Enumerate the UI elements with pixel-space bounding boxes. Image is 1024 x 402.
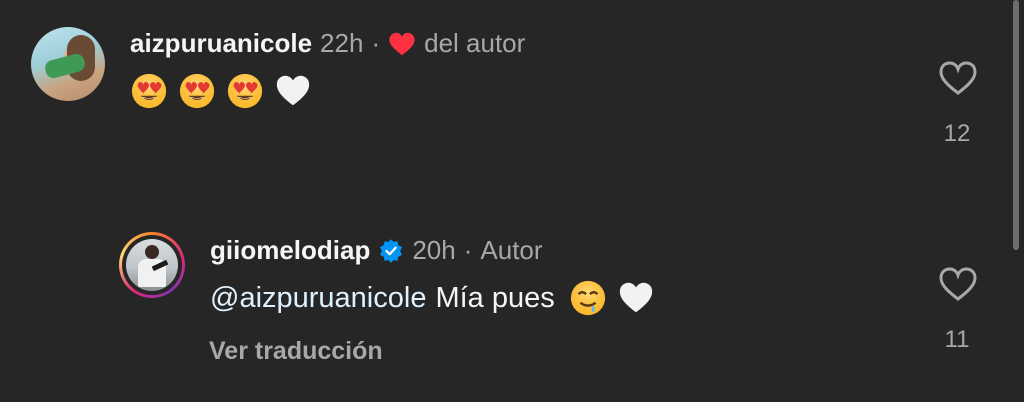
- like-heart-icon[interactable]: [938, 60, 978, 96]
- heart-filled-icon: [388, 31, 416, 57]
- like-count: 12: [943, 120, 971, 147]
- verified-badge-icon: [378, 238, 404, 264]
- timestamp: 20h: [412, 235, 456, 265]
- comment-text: @aizpuruanicole Mía pues: [210, 279, 665, 317]
- see-translation-link[interactable]: Ver traducción: [209, 337, 383, 366]
- timestamp: 22h: [320, 28, 364, 58]
- author-label: Autor: [480, 235, 543, 265]
- username[interactable]: giiomelodiap: [210, 235, 370, 266]
- comment-text: [130, 72, 322, 110]
- white-heart-icon: [617, 279, 655, 317]
- white-heart-icon: [274, 72, 312, 110]
- comment-message: Mía pues: [435, 281, 555, 314]
- heart-eyes-icon: [226, 72, 264, 110]
- username[interactable]: aizpuruanicole: [130, 28, 312, 59]
- separator: ·: [463, 235, 473, 265]
- avatar[interactable]: [31, 27, 105, 101]
- like-heart-icon[interactable]: [938, 266, 978, 302]
- author-liked-label: del autor: [424, 28, 526, 58]
- heart-eyes-icon: [178, 72, 216, 110]
- separator: ·: [371, 28, 381, 58]
- heart-eyes-icon: [130, 72, 168, 110]
- comment-header: aizpuruanicole 22h · del autor: [130, 28, 525, 59]
- comment-header: giiomelodiap 20h · Autor: [210, 235, 543, 266]
- like-count: 11: [944, 326, 970, 353]
- avatar[interactable]: [119, 232, 185, 298]
- mention-link[interactable]: @aizpuruanicole: [210, 282, 426, 315]
- scrollbar[interactable]: [1013, 0, 1019, 250]
- drooling-face-icon: [569, 279, 607, 317]
